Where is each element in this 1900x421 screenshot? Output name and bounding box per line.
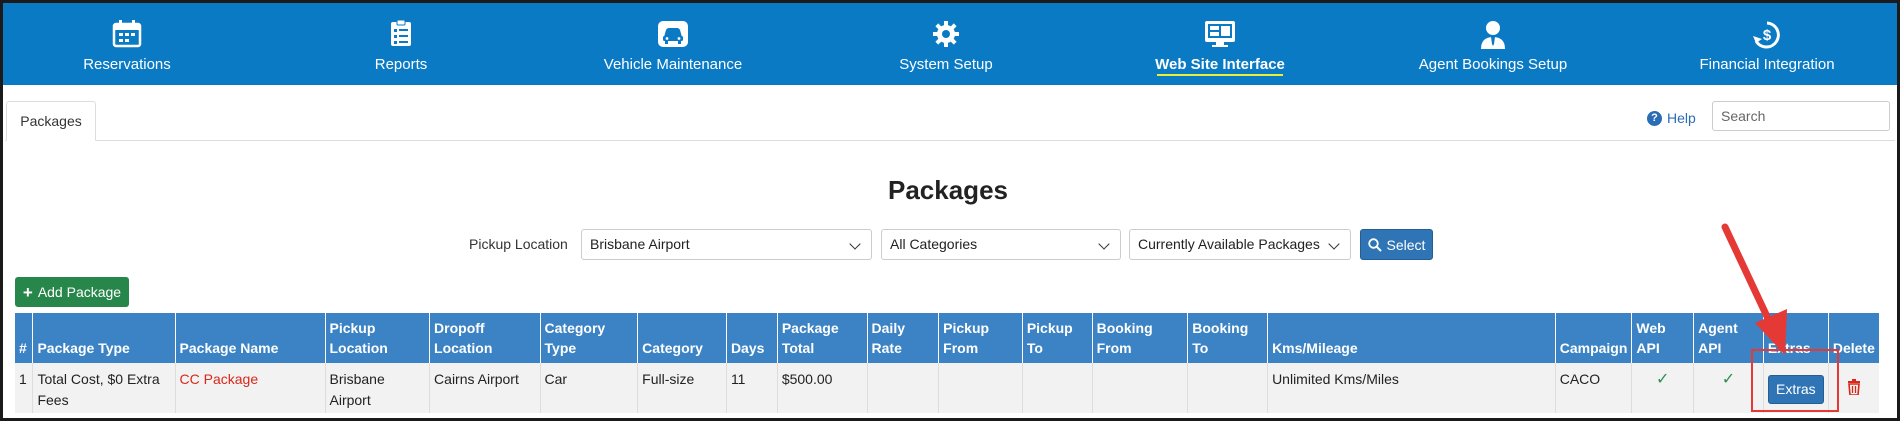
app-window: Reservations Reports Vehicle Maintenance… [0, 0, 1900, 421]
annotation-arrow [1721, 223, 1787, 355]
